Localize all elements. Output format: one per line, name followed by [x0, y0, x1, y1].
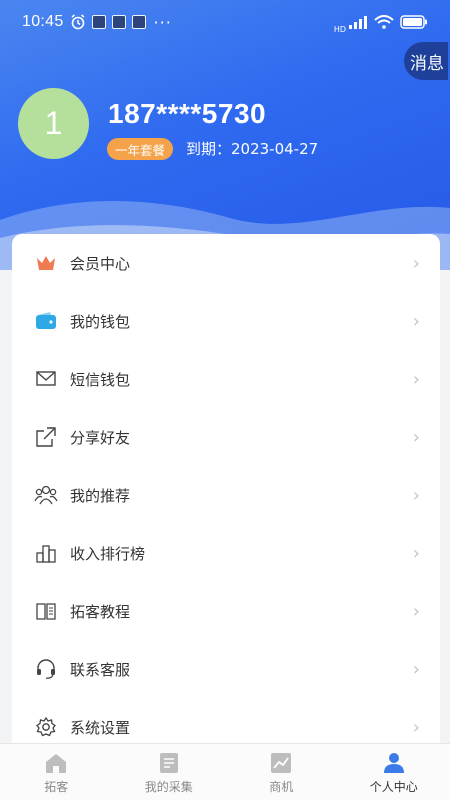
- wallet-icon: [34, 309, 58, 333]
- battery-icon: [400, 15, 427, 29]
- document-icon: [159, 753, 178, 773]
- chevron-right-icon: ›: [412, 716, 420, 738]
- menu-item-member-center[interactable]: 会员中心 ›: [12, 234, 440, 292]
- tab-label: 我的采集: [144, 780, 193, 794]
- crown-icon: [34, 251, 58, 275]
- chevron-right-icon: ›: [412, 426, 420, 448]
- hd-label: HD: [333, 24, 346, 34]
- plan-badge: 一年套餐: [107, 138, 174, 160]
- tab-label: 拓客: [44, 780, 69, 794]
- menu-item-label: 短信钱包: [70, 370, 131, 389]
- person-icon: [383, 753, 404, 773]
- status-time: 10:45: [22, 13, 64, 30]
- wifi-icon: [374, 15, 394, 29]
- app-notification-icon: [111, 15, 126, 29]
- chevron-right-icon: ›: [412, 542, 420, 564]
- bottom-tab-bar: 拓客 我的采集 商机 个人中心: [0, 743, 450, 800]
- tab-my-collection[interactable]: 我的采集: [113, 744, 226, 800]
- menu-item-label: 我的钱包: [70, 312, 131, 331]
- chevron-right-icon: ›: [412, 658, 420, 680]
- people-icon: [34, 483, 58, 507]
- chevron-right-icon: ›: [412, 484, 420, 506]
- user-phone: 187****5730: [108, 98, 267, 129]
- download-icon: [131, 15, 146, 29]
- menu-item-income-ranking[interactable]: 收入排行榜 ›: [12, 524, 440, 582]
- app-notification-icon: [91, 15, 106, 29]
- message-label: 消息: [410, 53, 444, 74]
- menu-item-label: 会员中心: [70, 254, 131, 273]
- signal-icon: [349, 16, 367, 29]
- ranking-icon: [34, 541, 58, 565]
- menu-card: 会员中心 › 我的钱包 › 短信钱包 › 分享好友 › 我的推荐 › 收入排行榜: [12, 234, 440, 754]
- menu-item-label: 分享好友: [70, 428, 131, 447]
- menu-item-my-wallet[interactable]: 我的钱包 ›: [12, 292, 440, 350]
- menu-item-label: 联系客服: [70, 660, 131, 679]
- avatar[interactable]: 1: [18, 88, 89, 159]
- menu-item-label: 我的推荐: [70, 486, 131, 505]
- more-notifications-icon: ···: [153, 12, 172, 32]
- status-bar: 10:45 ··· HD: [0, 0, 450, 44]
- menu-item-customer-service[interactable]: 联系客服 ›: [12, 640, 440, 698]
- envelope-icon: [34, 367, 58, 391]
- message-button[interactable]: 消息: [404, 42, 448, 80]
- chevron-right-icon: ›: [412, 252, 420, 274]
- tab-personal-center[interactable]: 个人中心: [338, 744, 450, 800]
- menu-item-label: 收入排行榜: [70, 544, 146, 563]
- expire-date: 到期：2023-04-27: [186, 140, 319, 158]
- avatar-text: 1: [44, 105, 63, 141]
- alarm-icon: [71, 14, 85, 30]
- share-icon: [34, 425, 58, 449]
- tab-business[interactable]: 商机: [225, 744, 338, 800]
- tab-label: 商机: [269, 780, 294, 794]
- menu-item-label: 系统设置: [70, 718, 131, 737]
- home-icon: [46, 754, 67, 773]
- tab-label: 个人中心: [369, 780, 418, 794]
- chevron-right-icon: ›: [412, 310, 420, 332]
- chevron-right-icon: ›: [412, 600, 420, 622]
- chevron-right-icon: ›: [412, 368, 420, 390]
- menu-item-label: 拓客教程: [70, 602, 131, 621]
- menu-item-tutorial[interactable]: 拓客教程 ›: [12, 582, 440, 640]
- chart-icon: [271, 753, 292, 773]
- menu-item-my-referrals[interactable]: 我的推荐 ›: [12, 466, 440, 524]
- book-icon: [34, 599, 58, 623]
- headset-icon: [34, 657, 58, 681]
- menu-item-share-friends[interactable]: 分享好友 ›: [12, 408, 440, 466]
- gear-icon: [34, 715, 58, 739]
- menu-item-sms-wallet[interactable]: 短信钱包 ›: [12, 350, 440, 408]
- tab-tuoke[interactable]: 拓客: [0, 744, 113, 800]
